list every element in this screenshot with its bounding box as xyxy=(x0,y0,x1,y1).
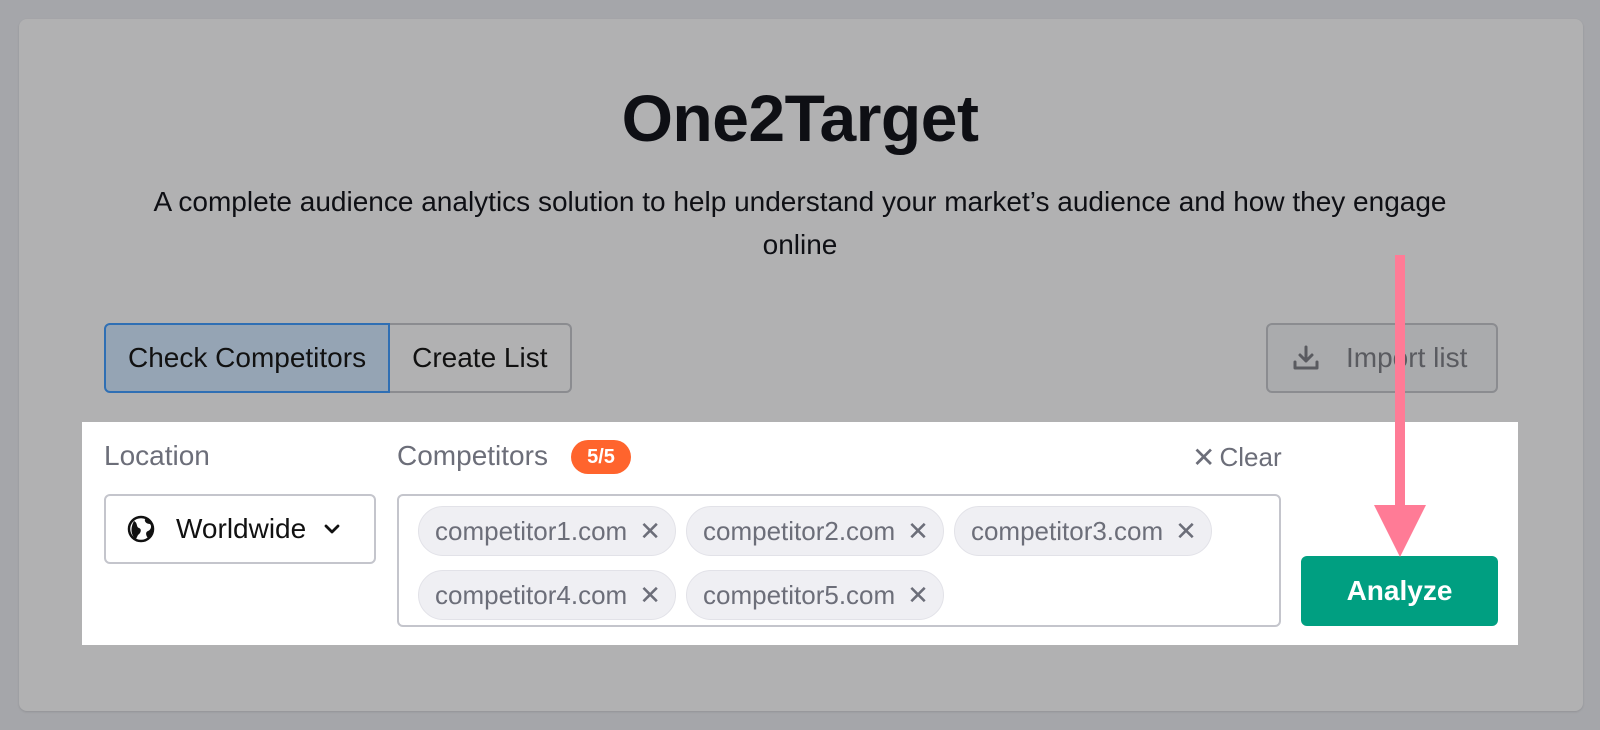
location-label: Location xyxy=(104,440,210,471)
competitor-count-badge: 5/5 xyxy=(571,440,631,474)
competitor-chip-label: competitor4.com xyxy=(435,579,628,610)
competitor-chip: competitor2.com ✕ xyxy=(685,506,944,556)
download-icon xyxy=(1293,345,1319,370)
competitor-chip-label: competitor1.com xyxy=(435,515,628,546)
remove-chip-icon[interactable]: ✕ xyxy=(907,516,929,547)
competitor-chip-label: competitor3.com xyxy=(970,515,1164,546)
location-select[interactable]: Worldwide xyxy=(104,494,376,564)
close-icon: ✕ xyxy=(1192,441,1216,473)
clear-label: Clear xyxy=(1219,441,1282,472)
competitor-chip-label: competitor5.com xyxy=(702,579,896,610)
location-value: Worldwide xyxy=(176,513,307,544)
competitor-chip: competitor5.com ✕ xyxy=(685,570,944,620)
competitors-label: Competitors xyxy=(397,440,548,471)
remove-chip-icon[interactable]: ✕ xyxy=(639,580,661,611)
competitor-chip-label: competitor2.com xyxy=(702,515,896,546)
competitor-chip-list: competitor1.com ✕ competitor2.com ✕ comp… xyxy=(418,506,1278,634)
remove-chip-icon[interactable]: ✕ xyxy=(639,516,661,547)
clear-button[interactable]: ✕ Clear xyxy=(1192,440,1282,474)
mode-tabs: Check Competitors Create List xyxy=(104,323,572,393)
competitor-chip: competitor1.com ✕ xyxy=(418,506,676,556)
tab-create-list[interactable]: Create List xyxy=(390,323,572,393)
chevron-down-icon xyxy=(324,524,340,534)
analyze-button[interactable]: Analyze xyxy=(1301,556,1498,626)
competitor-chip: competitor3.com ✕ xyxy=(953,506,1212,556)
remove-chip-icon[interactable]: ✕ xyxy=(907,580,929,611)
globe-icon xyxy=(127,515,155,543)
competitors-input[interactable]: competitor1.com ✕ competitor2.com ✕ comp… xyxy=(397,494,1281,627)
page-subtitle: A complete audience analytics solution t… xyxy=(153,186,1447,260)
remove-chip-icon[interactable]: ✕ xyxy=(1175,516,1197,547)
tab-check-competitors[interactable]: Check Competitors xyxy=(104,323,391,393)
competitor-chip: competitor4.com ✕ xyxy=(418,570,676,620)
analysis-form-panel: Location Competitors 5/5 ✕ Clear Worldwi… xyxy=(82,422,1518,645)
page-title: One2Target xyxy=(621,81,979,155)
pointer-arrow-annotation xyxy=(1374,255,1426,557)
